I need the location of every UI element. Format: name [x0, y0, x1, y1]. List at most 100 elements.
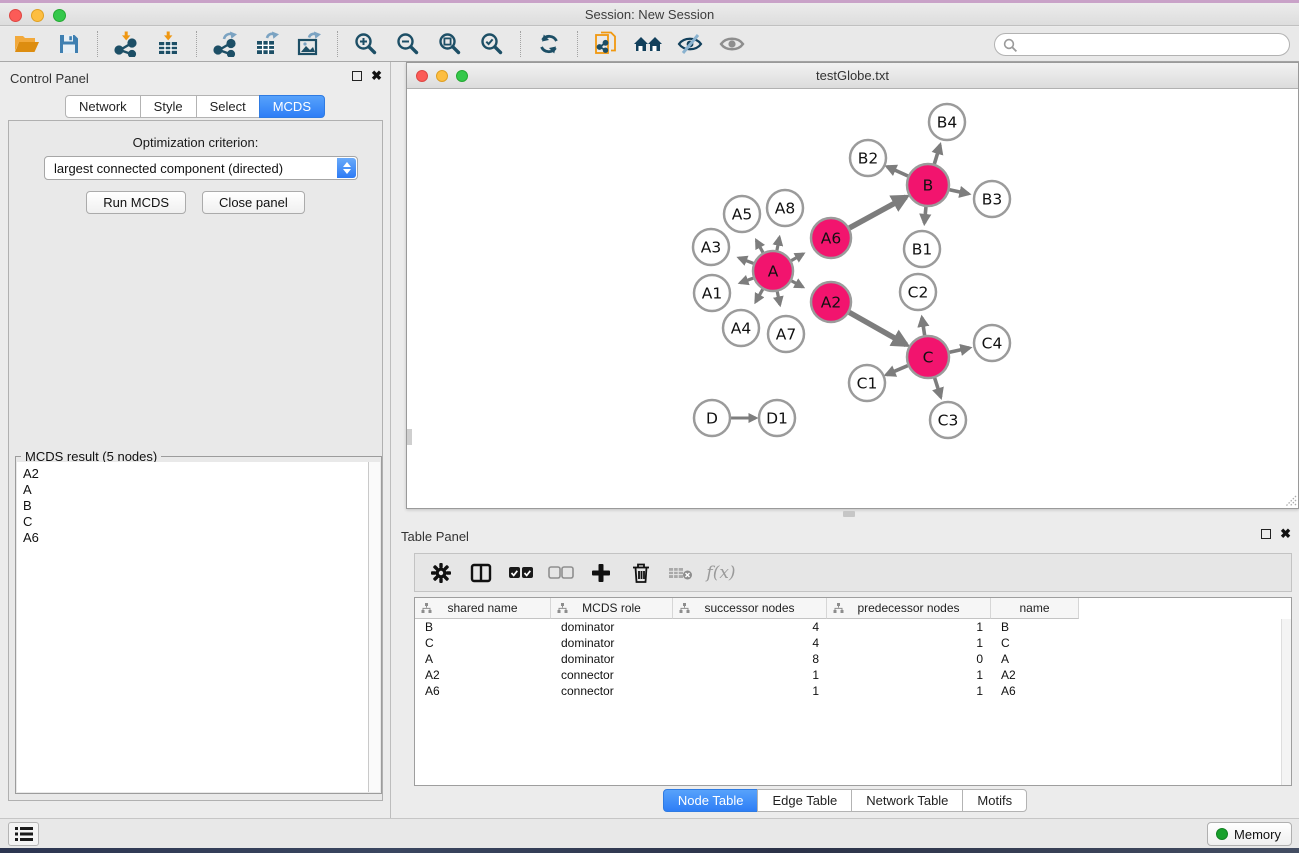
table-row[interactable]: A2connector11A2 [415, 667, 1280, 683]
optimization-dropdown[interactable]: largest connected component (directed) [44, 156, 358, 180]
column-header[interactable]: successor nodes [673, 598, 827, 619]
hide-view-button[interactable] [669, 29, 711, 59]
column-header[interactable]: predecessor nodes [827, 598, 991, 619]
float-panel-icon[interactable] [352, 71, 362, 81]
import-network-button[interactable] [105, 29, 147, 59]
graph-node-C1[interactable]: C1 [849, 365, 885, 401]
graph-node-B1[interactable]: B1 [904, 231, 940, 267]
tab-style[interactable]: Style [140, 95, 197, 118]
network-window-titlebar[interactable]: testGlobe.txt [407, 63, 1298, 89]
graph-edge-C-C4[interactable] [949, 348, 969, 352]
export-table-button[interactable] [246, 29, 288, 59]
delete-column-button[interactable] [623, 557, 659, 589]
graph-node-C[interactable]: C [907, 336, 949, 378]
tab-select[interactable]: Select [196, 95, 260, 118]
deselect-all-button[interactable] [543, 557, 579, 589]
show-view-button[interactable] [711, 29, 753, 59]
zoom-in-button[interactable] [345, 29, 387, 59]
result-item[interactable]: B [23, 498, 368, 514]
apply-layout-button[interactable] [528, 29, 570, 59]
zoom-out-button[interactable] [387, 29, 429, 59]
graph-edge-A-A4[interactable] [756, 289, 763, 302]
zoom-fit-button[interactable] [429, 29, 471, 59]
table-row[interactable]: Adominator80A [415, 651, 1280, 667]
table-scrollbar[interactable] [1281, 619, 1291, 785]
graph-edge-B-B4[interactable] [934, 145, 940, 164]
graph-edge-A-A3[interactable] [739, 258, 753, 264]
column-header[interactable]: name [991, 598, 1079, 619]
graph-node-D1[interactable]: D1 [759, 400, 795, 436]
add-column-button[interactable] [583, 557, 619, 589]
tab-mcds[interactable]: MCDS [259, 95, 325, 118]
graph-edge-B-B2[interactable] [887, 167, 908, 176]
search-field[interactable] [994, 33, 1290, 56]
run-mcds-button[interactable]: Run MCDS [86, 191, 186, 214]
delete-table-button[interactable] [663, 557, 699, 589]
tab-network-table[interactable]: Network Table [851, 789, 963, 812]
graph-node-B[interactable]: B [907, 164, 949, 206]
close-panel-icon[interactable]: ✖ [371, 70, 382, 82]
graph-node-C2[interactable]: C2 [900, 274, 936, 310]
zoom-selected-button[interactable] [471, 29, 513, 59]
column-header[interactable]: shared name [415, 598, 551, 619]
graph-edge-A-A5[interactable] [756, 240, 763, 252]
tab-edge-table[interactable]: Edge Table [757, 789, 852, 812]
task-history-button[interactable] [8, 822, 39, 846]
result-item[interactable]: A2 [23, 466, 368, 482]
table-row[interactable]: Cdominator41C [415, 635, 1280, 651]
graph-node-A5[interactable]: A5 [724, 196, 760, 232]
graph-edge-A-A6[interactable] [791, 254, 803, 261]
table-row[interactable]: Bdominator41B [415, 619, 1280, 635]
graph-node-A[interactable]: A [753, 251, 793, 291]
clone-network-button[interactable] [585, 29, 627, 59]
graph-node-B3[interactable]: B3 [974, 181, 1010, 217]
home-button[interactable] [627, 29, 669, 59]
result-item[interactable]: C [23, 514, 368, 530]
graph-node-C3[interactable]: C3 [930, 402, 966, 438]
canvas-scroll-mark[interactable] [407, 429, 412, 445]
graph-edge-B-B1[interactable] [924, 207, 926, 223]
show-column-button[interactable] [463, 557, 499, 589]
graph-node-A3[interactable]: A3 [693, 229, 729, 265]
resize-grip-icon[interactable] [1283, 493, 1297, 507]
graph-edge-A6-B[interactable] [849, 197, 906, 228]
graph-node-D[interactable]: D [694, 400, 730, 436]
graph-edge-A-A2[interactable] [792, 281, 803, 287]
table-settings-button[interactable] [423, 557, 459, 589]
memory-button[interactable]: Memory [1207, 822, 1292, 846]
function-builder-button[interactable]: f(x) [703, 557, 739, 589]
search-input[interactable] [1021, 35, 1283, 54]
export-image-button[interactable] [288, 29, 330, 59]
graph-node-A4[interactable]: A4 [723, 310, 759, 346]
network-canvas[interactable]: AA1A3A5A8A4A7A6A2BB1B2B3B4CC1C2C3C4DD1 [407, 89, 1298, 508]
result-scrollbar[interactable] [369, 462, 380, 792]
tab-network[interactable]: Network [65, 95, 141, 118]
graph-node-A6[interactable]: A6 [811, 218, 851, 258]
export-network-button[interactable] [204, 29, 246, 59]
graph-node-A2[interactable]: A2 [811, 282, 851, 322]
graph-edge-B-B3[interactable] [949, 190, 968, 194]
close-table-panel-icon[interactable]: ✖ [1280, 528, 1291, 540]
save-session-button[interactable] [48, 29, 90, 59]
graph-node-C4[interactable]: C4 [974, 325, 1010, 361]
select-all-button[interactable] [503, 557, 539, 589]
graph-edge-A2-C[interactable] [849, 312, 906, 344]
table-row[interactable]: A6connector11A6 [415, 683, 1280, 699]
graph-node-A8[interactable]: A8 [767, 190, 803, 226]
graph-node-B2[interactable]: B2 [850, 140, 886, 176]
open-session-button[interactable] [6, 29, 48, 59]
import-table-button[interactable] [147, 29, 189, 59]
graph-edge-C-C3[interactable] [935, 378, 941, 397]
graph-edge-C-C1[interactable] [886, 366, 907, 375]
graph-edge-A-A8[interactable] [777, 237, 779, 250]
result-item[interactable]: A [23, 482, 368, 498]
tab-motifs[interactable]: Motifs [962, 789, 1027, 812]
tab-node-table[interactable]: Node Table [663, 789, 759, 812]
float-table-panel-icon[interactable] [1261, 529, 1271, 539]
graph-edge-C-C2[interactable] [922, 318, 925, 336]
graph-edge-A-A7[interactable] [777, 292, 780, 305]
column-header[interactable]: MCDS role [551, 598, 673, 619]
graph-node-A7[interactable]: A7 [768, 316, 804, 352]
graph-node-A1[interactable]: A1 [694, 275, 730, 311]
graph-edge-A-A1[interactable] [740, 278, 753, 283]
